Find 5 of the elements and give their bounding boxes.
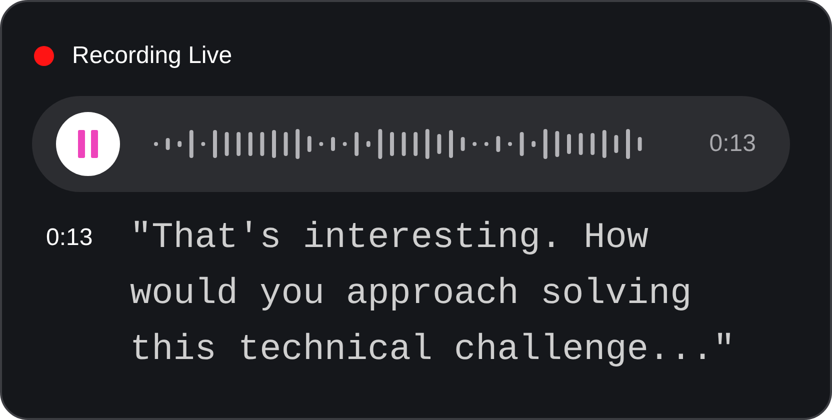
elapsed-time: 0:13 xyxy=(709,130,756,158)
recording-status-label: Recording Live xyxy=(72,42,232,70)
pause-icon xyxy=(78,130,98,158)
transcript-timestamp: 0:13 xyxy=(46,223,94,253)
transcript-text: "That's interesting. How would you approach solving this technical challenge..." xyxy=(130,216,736,372)
